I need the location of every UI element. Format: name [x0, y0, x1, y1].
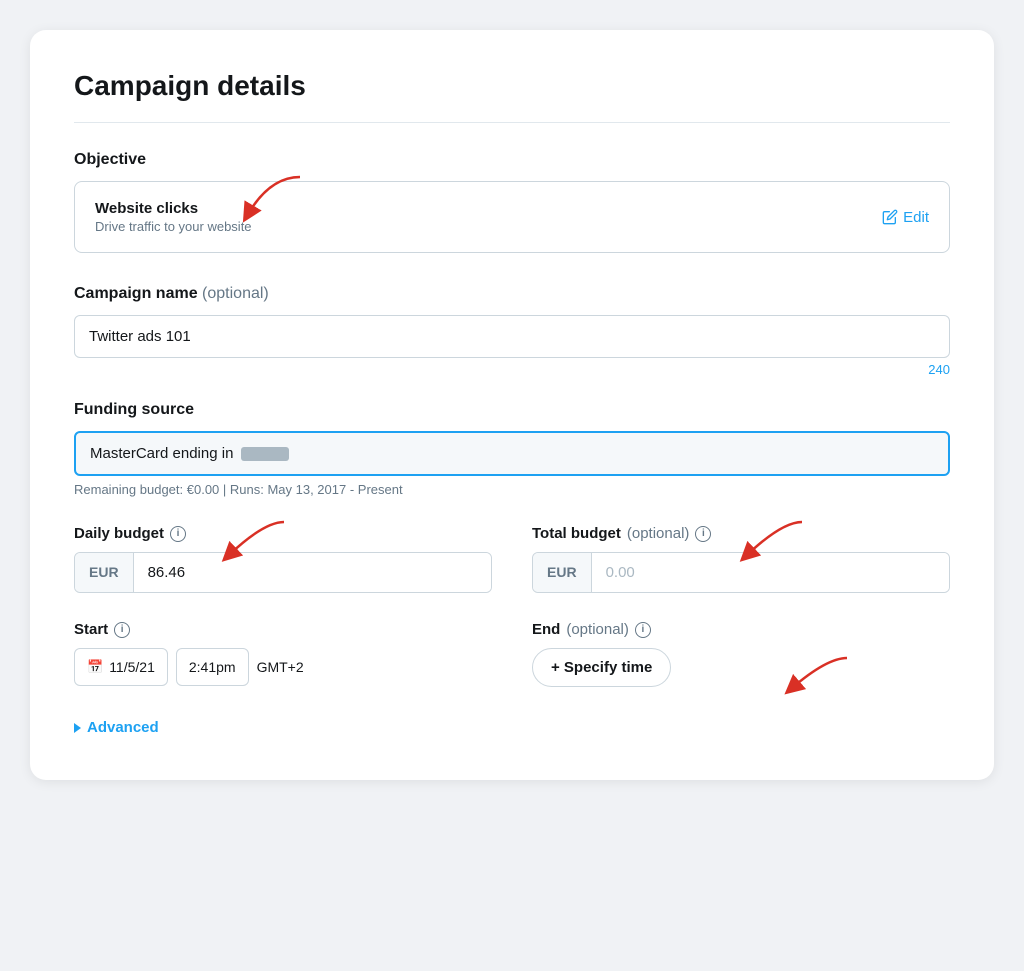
specify-time-label: + Specify time: [551, 659, 652, 676]
calendar-icon: 📅: [87, 659, 103, 675]
divider: [74, 122, 950, 123]
daily-budget-input-wrapper: EUR: [74, 552, 492, 593]
total-budget-col: Total budget (optional) i EUR: [532, 525, 950, 593]
objective-label: Objective: [74, 151, 950, 169]
campaign-details-card: Campaign details Objective Website click…: [30, 30, 994, 780]
total-budget-info-icon[interactable]: i: [695, 526, 711, 542]
start-time-field[interactable]: 2:41pm: [176, 648, 249, 686]
total-budget-input[interactable]: [592, 553, 949, 592]
campaign-name-section: Campaign name (optional) 240: [74, 285, 950, 377]
campaign-name-label: Campaign name (optional): [74, 285, 950, 303]
total-budget-label: Total budget (optional) i: [532, 525, 950, 542]
page-title: Campaign details: [74, 70, 950, 102]
start-fields: 📅 11/5/21 2:41pm GMT+2: [74, 648, 492, 686]
start-end-row: Start i 📅 11/5/21 2:41pm GMT+2: [74, 621, 950, 687]
funding-hint: Remaining budget: €0.00 | Runs: May 13, …: [74, 482, 950, 497]
advanced-link[interactable]: Advanced: [74, 719, 950, 736]
daily-budget-input[interactable]: [134, 553, 491, 592]
end-col: End (optional) i + Specify time: [532, 621, 950, 687]
funding-source-masked: [241, 447, 289, 461]
total-budget-currency: EUR: [533, 553, 592, 592]
end-info-icon[interactable]: i: [635, 622, 651, 638]
objective-description: Drive traffic to your website: [95, 219, 252, 234]
start-info-icon[interactable]: i: [114, 622, 130, 638]
start-time-value: 2:41pm: [189, 659, 236, 675]
campaign-name-optional: (optional): [202, 285, 269, 302]
end-label: End (optional) i: [532, 621, 950, 638]
objective-content: Website clicks Drive traffic to your web…: [95, 200, 252, 234]
daily-budget-info-icon[interactable]: i: [170, 526, 186, 542]
chevron-right-icon: [74, 723, 81, 733]
start-date-field[interactable]: 📅 11/5/21: [74, 648, 168, 686]
red-arrow-specify-time: [777, 653, 857, 703]
start-timezone: GMT+2: [257, 659, 304, 675]
funding-source-section: Funding source MasterCard ending in Rema…: [74, 401, 950, 497]
advanced-label: Advanced: [87, 719, 159, 736]
campaign-name-input[interactable]: [74, 315, 950, 358]
objective-title: Website clicks: [95, 200, 252, 217]
start-col: Start i 📅 11/5/21 2:41pm GMT+2: [74, 621, 492, 687]
total-budget-input-wrapper: EUR: [532, 552, 950, 593]
edit-objective-button[interactable]: Edit: [882, 209, 929, 226]
specify-time-button[interactable]: + Specify time: [532, 648, 671, 687]
daily-budget-col: Daily budget i EUR: [74, 525, 492, 593]
end-optional: (optional): [566, 621, 629, 638]
daily-budget-currency: EUR: [75, 553, 134, 592]
funding-source-input[interactable]: MasterCard ending in: [74, 431, 950, 476]
funding-source-text: MasterCard ending in: [90, 445, 233, 462]
advanced-section: Advanced: [74, 719, 950, 736]
budget-row: Daily budget i EUR Total budget: [74, 525, 950, 593]
start-date-value: 11/5/21: [109, 659, 155, 675]
objective-box: Website clicks Drive traffic to your web…: [74, 181, 950, 253]
edit-label: Edit: [903, 209, 929, 226]
funding-source-label: Funding source: [74, 401, 950, 419]
objective-section: Objective Website clicks Drive traffic t…: [74, 151, 950, 253]
start-label: Start i: [74, 621, 492, 638]
daily-budget-label: Daily budget i: [74, 525, 492, 542]
total-budget-optional: (optional): [627, 525, 690, 542]
pencil-icon: [882, 209, 898, 225]
char-count: 240: [74, 362, 950, 377]
